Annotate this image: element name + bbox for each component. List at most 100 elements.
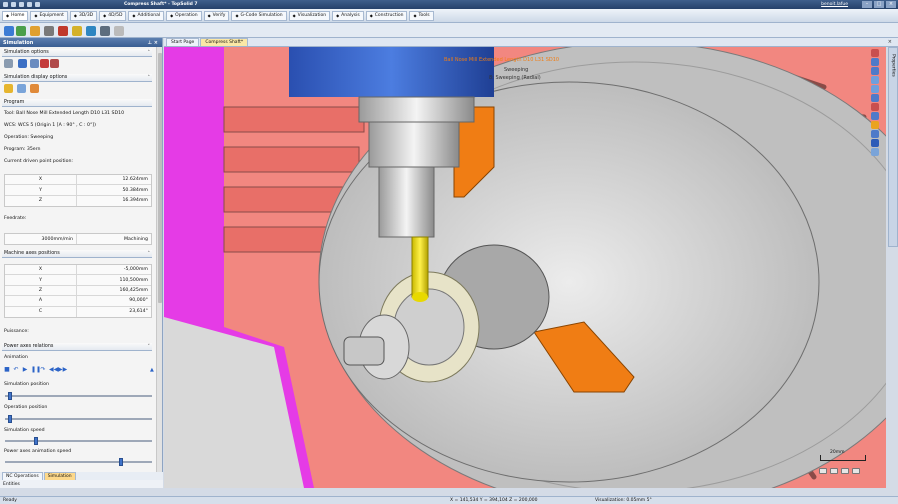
nav-forward-icon[interactable] [830,468,838,474]
panel-scrollbar[interactable] [156,47,162,480]
view-top-icon[interactable] [871,58,879,66]
reverse-icon[interactable]: ↷ [40,367,46,373]
tool-icon[interactable] [86,26,96,36]
properties-side-tab[interactable]: Properties [888,47,898,247]
ribbon-tab[interactable]: ◆ Operation [166,10,202,21]
quick-access-toolbar [0,2,120,7]
sim-position-slider[interactable] [5,392,152,400]
nav-view-icon[interactable] [852,468,860,474]
ribbon-tab[interactable]: ◆ Verify [203,10,230,21]
ribbon-tab[interactable]: ◆ Analysis [332,10,364,21]
chevron-up-icon[interactable]: ˄ [148,50,151,56]
3d-viewport[interactable]: Ball Nose Mill Extended Length D10 L31 S… [164,47,886,488]
section-view-icon[interactable] [871,103,879,111]
section-display-options[interactable]: Simulation display options ˄ [2,74,152,82]
section-power-axes[interactable]: Power axes relations ˅ [2,343,152,351]
view-front-icon[interactable] [871,49,879,57]
pin-icon[interactable]: ⊥ × [147,40,158,46]
axis-label: C [5,306,77,317]
title-bar: Compress Shaft* - TopSolid 7 benoit.lafu… [0,0,898,9]
chevron-up-icon[interactable]: ˄ [148,75,151,81]
axis-value: 90,000° [129,298,148,304]
simulation-panel: Simulation ⊥ × Simulation options ˄ Simul… [0,38,163,480]
cancel-x-icon[interactable] [114,26,124,36]
arrow-down-icon[interactable] [18,59,27,68]
chevron-down-icon[interactable]: ˅ [148,344,151,350]
ribbon-tab[interactable]: ◆ 4D/5D [99,10,127,21]
play-icon[interactable]: ▶ [22,367,28,373]
display-tool-icon[interactable] [4,84,13,93]
section-machine-axes[interactable]: Machine axes positions ˄ [2,250,152,258]
wireframe-icon[interactable] [871,130,879,138]
machine-icon[interactable] [44,26,54,36]
open-icon[interactable] [11,2,16,7]
document-tab[interactable]: Compress Shaft* [200,38,249,46]
close-icon[interactable]: × [886,1,896,8]
print-icon[interactable] [35,2,40,7]
collision-icon[interactable] [40,59,49,68]
op-position-slider[interactable] [5,415,152,423]
shading-icon[interactable] [871,121,879,129]
ribbon-tab[interactable]: ◆ G-Code Simulation [231,10,287,21]
pan-icon[interactable] [871,94,879,102]
ribbon-tab[interactable]: ◆ Construction [365,10,408,21]
axis-value: -5,000mm [123,267,148,273]
view-right-icon[interactable] [871,67,879,75]
op-position-label: Operation position [4,405,48,410]
slider-knob[interactable] [119,458,124,466]
ribbon-tab[interactable]: ◆ Visualization [288,10,331,21]
ribbon-tab[interactable]: ◆ Tools [409,10,434,21]
assembly-icon[interactable] [30,26,40,36]
slider-knob[interactable] [7,392,12,400]
ribbon-tab[interactable]: ◆ Additional [128,10,165,21]
simulate-icon[interactable] [100,26,110,36]
document-tab[interactable]: Start Page [166,38,200,46]
new-document-icon[interactable] [4,26,14,36]
display-path-icon[interactable] [17,84,26,93]
rewind-icon[interactable]: ↶ [13,367,19,373]
sim-speed-slider[interactable] [5,437,152,445]
machining-scene[interactable] [164,47,886,488]
section-label: Machine axes positions [4,251,60,256]
perspective-icon[interactable] [871,139,879,147]
ball-nose-mill [411,236,429,298]
stop-collision-icon[interactable] [50,59,59,68]
nav-back-icon[interactable] [819,468,827,474]
minimize-icon[interactable]: – [862,1,872,8]
scrollbar-thumb[interactable] [158,53,162,303]
ribbon-tab[interactable]: ◆ Home [2,10,29,21]
fast-forward-icon[interactable]: ▶▶ [58,367,67,373]
nav-home-icon[interactable] [841,468,849,474]
entities-row[interactable]: Entities [0,480,163,488]
stock-display-icon[interactable] [30,59,39,68]
save-icon[interactable] [3,2,8,7]
rotate-icon[interactable] [871,112,879,120]
ribbon-tab-label: Operation [175,13,198,18]
display-machine-icon[interactable] [30,84,39,93]
part-icon[interactable] [16,26,26,36]
ribbon-tab[interactable]: ◆ Equipment [30,10,68,21]
slider-knob[interactable] [7,415,12,423]
settings-icon[interactable] [4,59,13,68]
user-link[interactable]: benoit.lafue [821,2,848,7]
zoom-icon[interactable] [871,85,879,93]
fast-backward-icon[interactable]: ◀◀ [49,367,58,373]
fixture-icon[interactable] [72,26,82,36]
close-document-icon[interactable]: × [888,39,892,45]
redo-icon[interactable] [27,2,32,7]
ribbon-tab[interactable]: ◆ 3D/3D [69,10,98,21]
stock-icon[interactable] [58,26,68,36]
section-simulation-options[interactable]: Simulation options ˄ [2,49,152,57]
stop-icon[interactable]: ■ [4,367,10,373]
slider-knob[interactable] [33,437,38,445]
undo-icon[interactable] [19,2,24,7]
pause-icon[interactable]: ❚❚ [31,367,41,373]
fit-icon[interactable] [871,148,879,156]
power-speed-slider[interactable] [5,458,152,466]
chevron-up-icon[interactable]: ˄ [148,251,151,257]
view-iso-icon[interactable] [871,76,879,84]
collapse-icon[interactable]: ▲ [150,367,154,373]
axis-value: 160,425mm [119,287,148,293]
section-label: Simulation display options [4,75,68,80]
maximize-icon[interactable]: □ [874,1,884,8]
